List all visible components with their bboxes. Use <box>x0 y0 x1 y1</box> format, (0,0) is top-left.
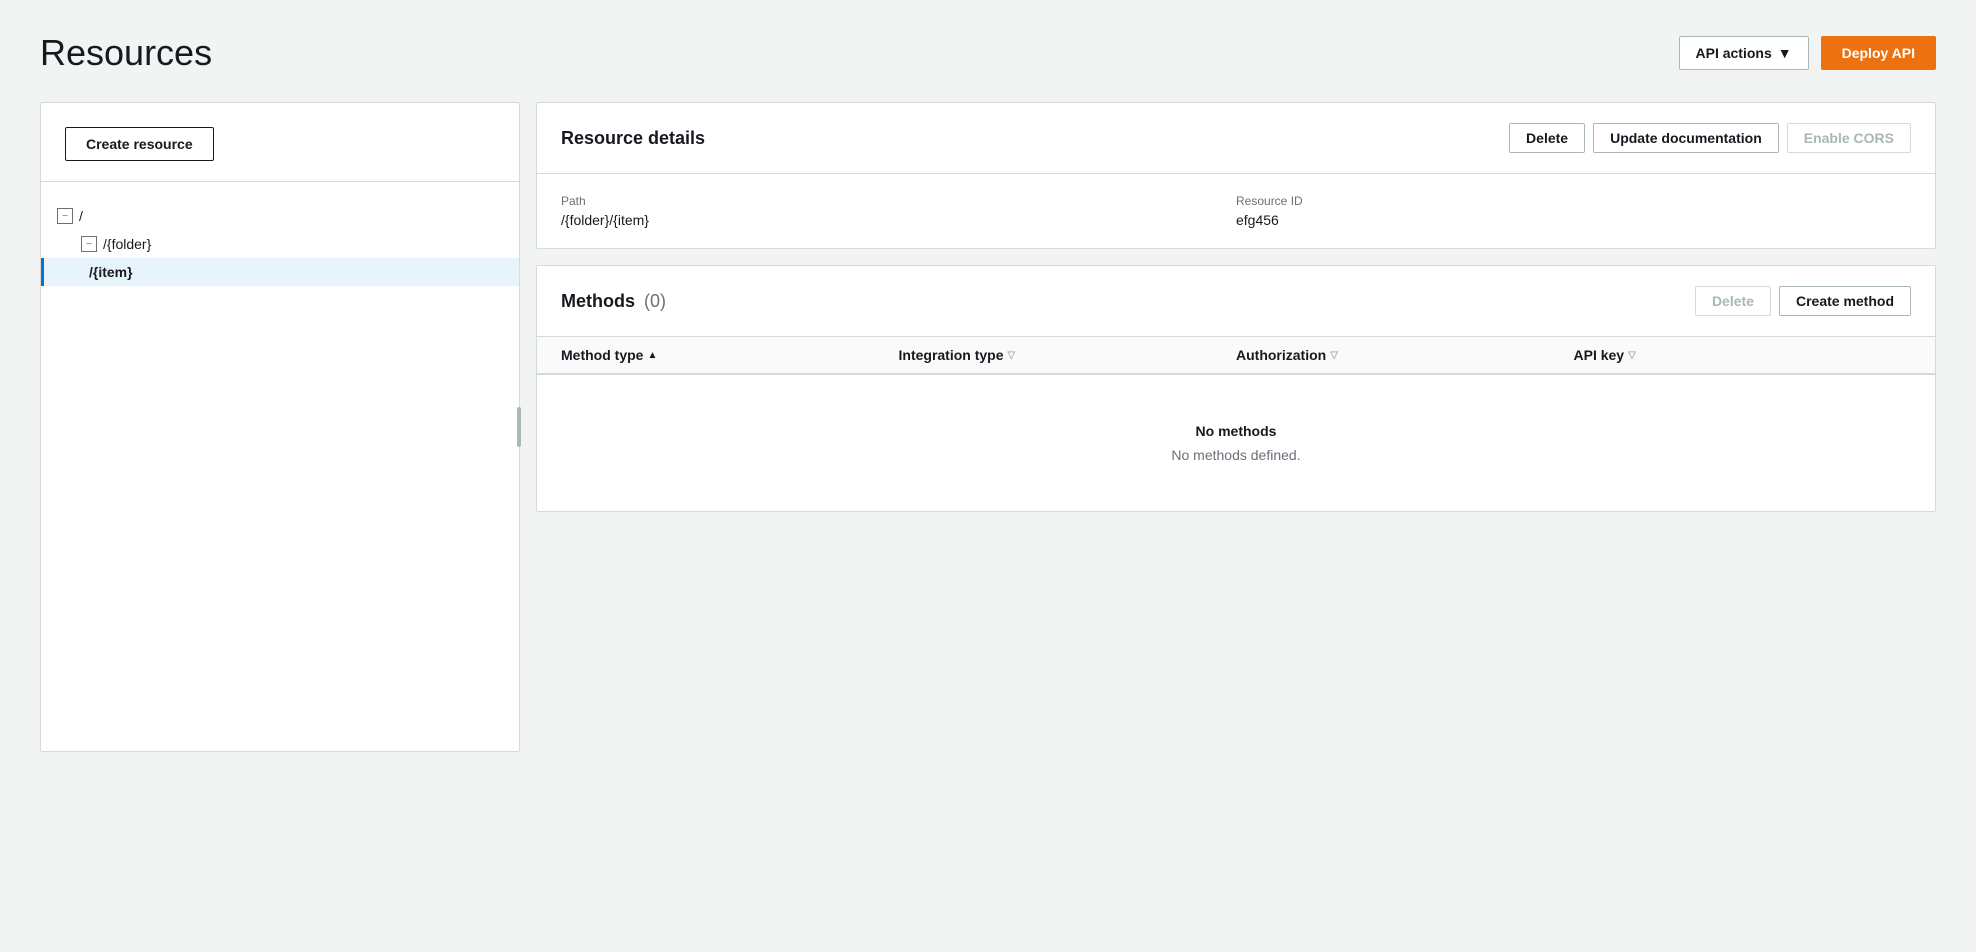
sort-desc-icon-apikey: ▽ <box>1628 350 1636 361</box>
path-value: /{folder}/{item} <box>561 212 1236 228</box>
col-api-key[interactable]: API key ▽ <box>1574 347 1912 363</box>
dropdown-arrow-icon: ▼ <box>1778 45 1792 61</box>
left-panel: Create resource − / − /{folder} /{item} <box>40 102 520 752</box>
resource-id-field: Resource ID efg456 <box>1236 194 1911 228</box>
tree-item-label: /{item} <box>89 264 133 280</box>
resource-id-value: efg456 <box>1236 212 1911 228</box>
empty-title: No methods <box>561 423 1911 439</box>
collapse-icon: − <box>57 208 73 224</box>
right-panel: Resource details Delete Update documenta… <box>536 102 1936 512</box>
delete-resource-button[interactable]: Delete <box>1509 123 1585 153</box>
methods-empty-state: No methods No methods defined. <box>537 375 1935 511</box>
sort-asc-icon: ▲ <box>647 350 657 361</box>
tree-item-root[interactable]: − / <box>57 202 519 230</box>
resource-details-actions: Delete Update documentation Enable CORS <box>1509 123 1911 153</box>
create-resource-button[interactable]: Create resource <box>65 127 214 161</box>
resource-details-title: Resource details <box>561 128 705 149</box>
resource-id-label: Resource ID <box>1236 194 1911 208</box>
create-method-button[interactable]: Create method <box>1779 286 1911 316</box>
page-title: Resources <box>40 32 212 74</box>
methods-actions: Delete Create method <box>1695 286 1911 316</box>
api-key-label: API key <box>1574 347 1625 363</box>
resize-handle-bar <box>517 407 521 447</box>
methods-title: Methods (0) <box>561 291 666 312</box>
main-layout: Create resource − / − /{folder} /{item} <box>40 102 1936 752</box>
page-wrapper: Resources API actions ▼ Deploy API Creat… <box>0 0 1976 784</box>
path-label: Path <box>561 194 1236 208</box>
col-authorization[interactable]: Authorization ▽ <box>1236 347 1574 363</box>
sort-desc-icon-integration: ▽ <box>1008 350 1016 361</box>
update-documentation-button[interactable]: Update documentation <box>1593 123 1779 153</box>
resource-details-header: Resource details Delete Update documenta… <box>537 103 1935 174</box>
authorization-label: Authorization <box>1236 347 1326 363</box>
path-field: Path /{folder}/{item} <box>561 194 1236 228</box>
api-actions-button[interactable]: API actions ▼ <box>1679 36 1809 70</box>
resource-details-body: Path /{folder}/{item} Resource ID efg456 <box>537 174 1935 248</box>
deploy-label: Deploy API <box>1842 45 1915 61</box>
resource-tree: − / − /{folder} /{item} <box>41 182 519 306</box>
tree-root-label: / <box>79 208 83 224</box>
api-actions-label: API actions <box>1696 45 1772 61</box>
methods-card: Methods (0) Delete Create method <box>536 265 1936 512</box>
methods-count: (0) <box>644 291 666 311</box>
enable-cors-button[interactable]: Enable CORS <box>1787 123 1911 153</box>
tree-item-item[interactable]: /{item} <box>41 258 519 286</box>
header-actions: API actions ▼ Deploy API <box>1679 36 1937 70</box>
create-resource-section: Create resource <box>41 103 519 182</box>
col-integration-type[interactable]: Integration type ▽ <box>899 347 1237 363</box>
tree-folder-label: /{folder} <box>103 236 151 252</box>
methods-header: Methods (0) Delete Create method <box>537 266 1935 337</box>
integration-type-label: Integration type <box>899 347 1004 363</box>
method-type-label: Method type <box>561 347 643 363</box>
resize-handle[interactable] <box>513 407 525 447</box>
page-header: Resources API actions ▼ Deploy API <box>40 32 1936 74</box>
create-resource-label: Create resource <box>86 136 193 152</box>
collapse-icon-folder: − <box>81 236 97 252</box>
tree-item-folder[interactable]: − /{folder} <box>57 230 519 258</box>
empty-desc: No methods defined. <box>561 447 1911 463</box>
sort-desc-icon-auth: ▽ <box>1330 350 1338 361</box>
deploy-api-button[interactable]: Deploy API <box>1821 36 1936 70</box>
resource-details-card: Resource details Delete Update documenta… <box>536 102 1936 249</box>
methods-table-header: Method type ▲ Integration type ▽ Authori… <box>537 337 1935 374</box>
col-method-type[interactable]: Method type ▲ <box>561 347 899 363</box>
delete-method-button[interactable]: Delete <box>1695 286 1771 316</box>
